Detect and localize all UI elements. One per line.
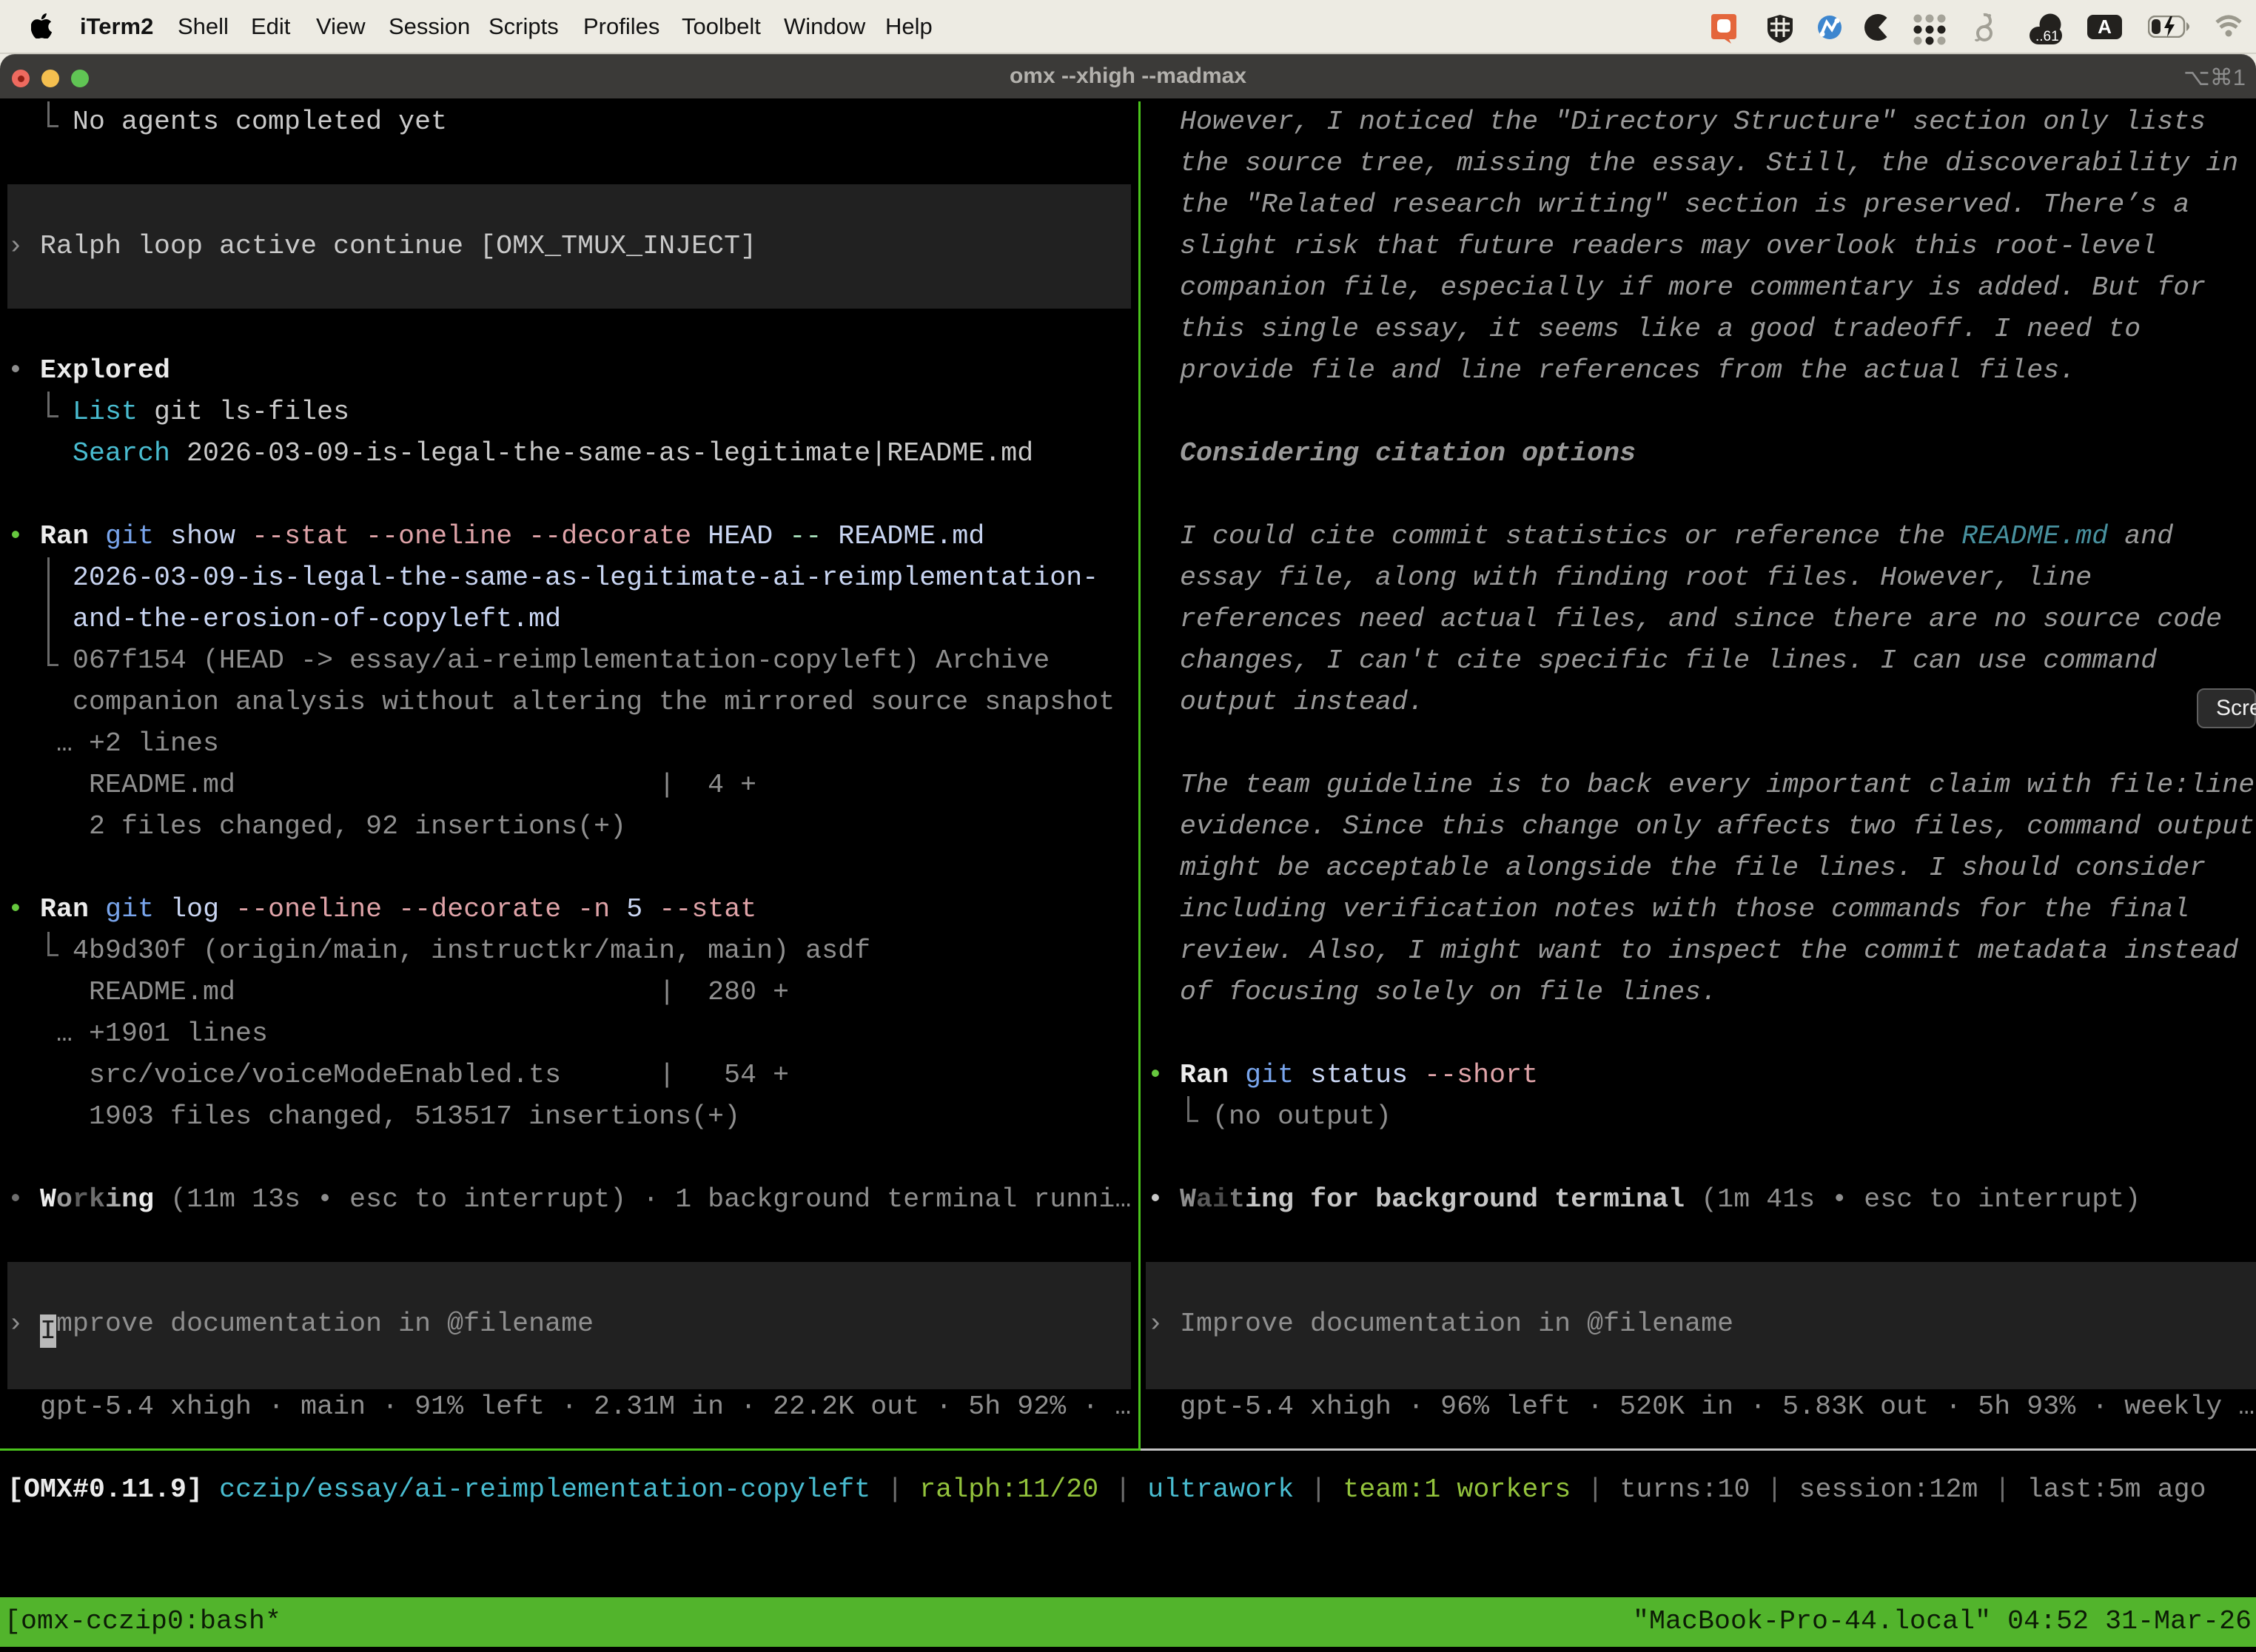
svg-text:..61: ..61 — [2035, 29, 2059, 44]
